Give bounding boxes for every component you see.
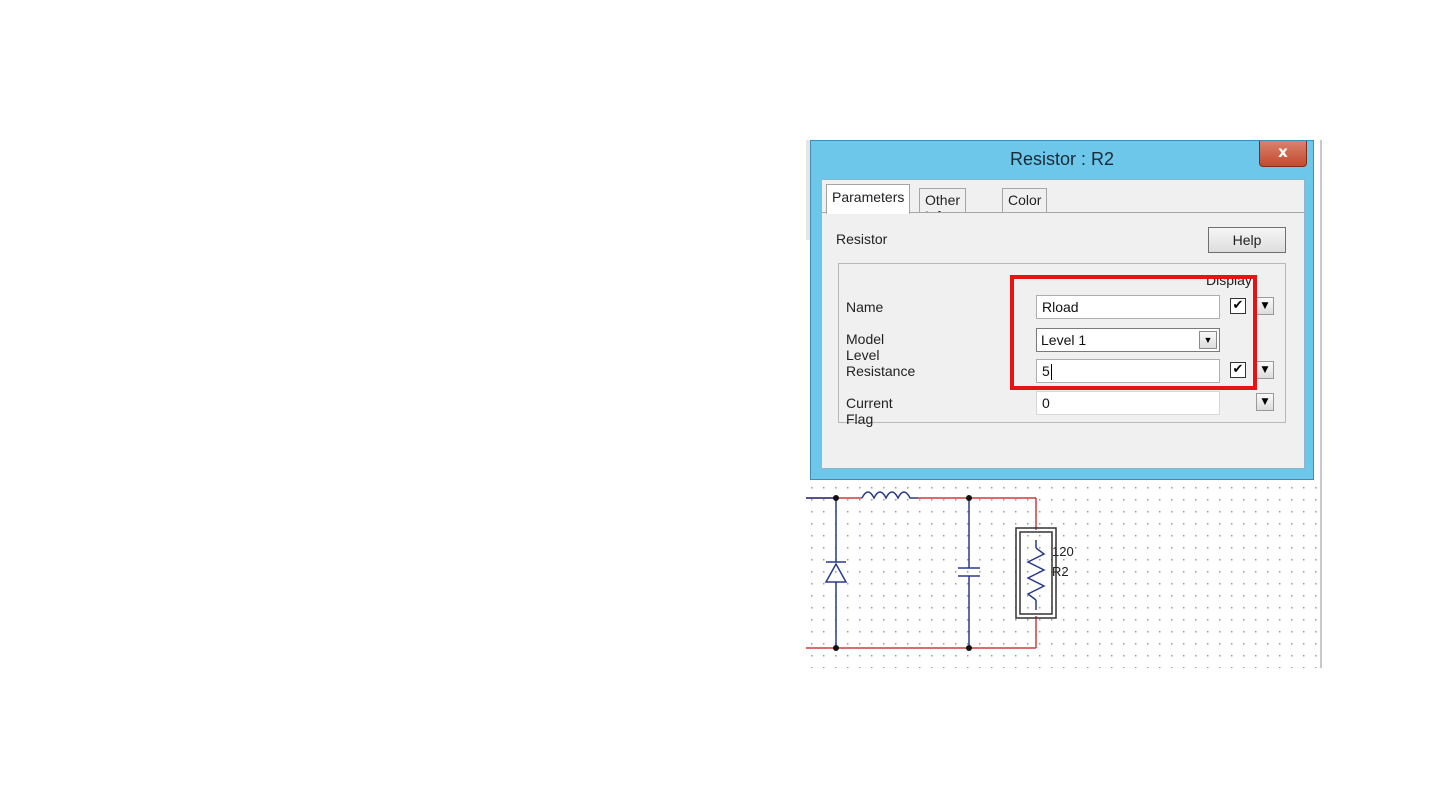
circuit-schematic[interactable]: 120 R2 <box>806 482 1324 668</box>
current-flag-label: Current Flag <box>846 395 893 427</box>
name-display-dropdown[interactable]: ▼ <box>1256 297 1274 315</box>
close-button[interactable]: x <box>1259 141 1307 167</box>
resistance-display-dropdown[interactable]: ▼ <box>1256 361 1274 379</box>
dialog-title: Resistor : R2 <box>1009 149 1115 169</box>
current-flag-field[interactable]: 0 <box>1036 391 1220 415</box>
r2-reference-label: R2 <box>1052 564 1069 579</box>
title-bar[interactable]: Resistor : R2 x <box>811 141 1313 179</box>
resistance-label: Resistance <box>846 363 916 379</box>
current-flag-display-dropdown[interactable]: ▼ <box>1256 393 1274 411</box>
section-label: Resistor <box>836 231 888 247</box>
tab-other-info[interactable]: Other Info <box>919 188 967 224</box>
r2-value-label: 120 <box>1052 544 1074 559</box>
highlight-annotation <box>1010 275 1257 390</box>
name-label: Name <box>846 299 884 315</box>
help-button[interactable]: Help <box>1208 227 1286 253</box>
tab-color[interactable]: Color <box>1002 188 1048 212</box>
model-level-label: Model Level <box>846 331 885 363</box>
tab-parameters[interactable]: Parameters <box>826 184 911 214</box>
